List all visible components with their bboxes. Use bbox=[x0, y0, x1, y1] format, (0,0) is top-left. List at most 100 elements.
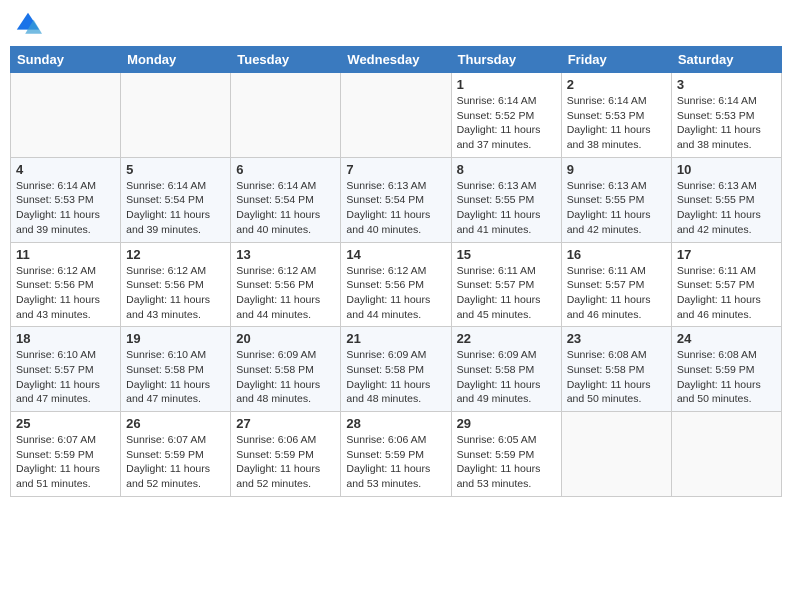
logo-icon bbox=[14, 10, 42, 38]
day-info: Sunrise: 6:11 AM Sunset: 5:57 PM Dayligh… bbox=[677, 264, 776, 323]
calendar-week-row: 4 Sunrise: 6:14 AM Sunset: 5:53 PM Daylig… bbox=[11, 157, 782, 242]
calendar-cell: 13 Sunrise: 6:12 AM Sunset: 5:56 PM Dayli… bbox=[231, 242, 341, 327]
day-info: Sunrise: 6:09 AM Sunset: 5:58 PM Dayligh… bbox=[346, 348, 445, 407]
calendar-cell bbox=[341, 73, 451, 158]
calendar-cell: 7Sunrise: 6:13 AM Sunset: 5:54 PM Daylig… bbox=[341, 157, 451, 242]
calendar-cell: 11 Sunrise: 6:12 AM Sunset: 5:56 PM Dayli… bbox=[11, 242, 121, 327]
day-number: 9 bbox=[567, 162, 666, 177]
calendar-cell: 10 Sunrise: 6:13 AM Sunset: 5:55 PM Dayli… bbox=[671, 157, 781, 242]
day-info: Sunrise: 6:14 AM Sunset: 5:53 PM Dayligh… bbox=[567, 94, 666, 153]
calendar-cell: 19 Sunrise: 6:10 AM Sunset: 5:58 PM Dayli… bbox=[121, 327, 231, 412]
day-number: 6 bbox=[236, 162, 335, 177]
calendar-week-row: 18 Sunrise: 6:10 AM Sunset: 5:57 PM Dayli… bbox=[11, 327, 782, 412]
calendar-cell: 22 Sunrise: 6:09 AM Sunset: 5:58 PM Dayli… bbox=[451, 327, 561, 412]
calendar-cell: 6 Sunrise: 6:14 AM Sunset: 5:54 PM Daylig… bbox=[231, 157, 341, 242]
calendar-table: SundayMondayTuesdayWednesdayThursdayFrid… bbox=[10, 46, 782, 497]
calendar-cell: 26 Sunrise: 6:07 AM Sunset: 5:59 PM Dayli… bbox=[121, 412, 231, 497]
calendar-cell bbox=[671, 412, 781, 497]
page-header bbox=[10, 10, 782, 38]
calendar-cell: 20Sunrise: 6:09 AM Sunset: 5:58 PM Dayli… bbox=[231, 327, 341, 412]
calendar-cell: 21 Sunrise: 6:09 AM Sunset: 5:58 PM Dayli… bbox=[341, 327, 451, 412]
weekday-header: Tuesday bbox=[231, 47, 341, 73]
weekday-header: Wednesday bbox=[341, 47, 451, 73]
weekday-header: Sunday bbox=[11, 47, 121, 73]
calendar-header-row: SundayMondayTuesdayWednesdayThursdayFrid… bbox=[11, 47, 782, 73]
day-info: Sunrise: 6:06 AM Sunset: 5:59 PM Dayligh… bbox=[346, 433, 445, 492]
calendar-cell: 29Sunrise: 6:05 AM Sunset: 5:59 PM Dayli… bbox=[451, 412, 561, 497]
day-number: 3 bbox=[677, 77, 776, 92]
day-info: Sunrise: 6:11 AM Sunset: 5:57 PM Dayligh… bbox=[457, 264, 556, 323]
calendar-cell: 4 Sunrise: 6:14 AM Sunset: 5:53 PM Daylig… bbox=[11, 157, 121, 242]
calendar-cell: 5Sunrise: 6:14 AM Sunset: 5:54 PM Daylig… bbox=[121, 157, 231, 242]
calendar-cell bbox=[231, 73, 341, 158]
day-number: 13 bbox=[236, 247, 335, 262]
calendar-cell: 17 Sunrise: 6:11 AM Sunset: 5:57 PM Dayli… bbox=[671, 242, 781, 327]
day-info: Sunrise: 6:12 AM Sunset: 5:56 PM Dayligh… bbox=[346, 264, 445, 323]
day-number: 17 bbox=[677, 247, 776, 262]
calendar-cell: 16 Sunrise: 6:11 AM Sunset: 5:57 PM Dayli… bbox=[561, 242, 671, 327]
day-number: 25 bbox=[16, 416, 115, 431]
day-number: 18 bbox=[16, 331, 115, 346]
day-info: Sunrise: 6:13 AM Sunset: 5:55 PM Dayligh… bbox=[457, 179, 556, 238]
calendar-cell: 18 Sunrise: 6:10 AM Sunset: 5:57 PM Dayli… bbox=[11, 327, 121, 412]
calendar-cell: 1 Sunrise: 6:14 AM Sunset: 5:52 PM Daylig… bbox=[451, 73, 561, 158]
weekday-header: Friday bbox=[561, 47, 671, 73]
day-info: Sunrise: 6:12 AM Sunset: 5:56 PM Dayligh… bbox=[236, 264, 335, 323]
calendar-cell: 23Sunrise: 6:08 AM Sunset: 5:58 PM Dayli… bbox=[561, 327, 671, 412]
day-number: 11 bbox=[16, 247, 115, 262]
day-info: Sunrise: 6:05 AM Sunset: 5:59 PM Dayligh… bbox=[457, 433, 556, 492]
day-number: 19 bbox=[126, 331, 225, 346]
day-number: 20 bbox=[236, 331, 335, 346]
day-number: 21 bbox=[346, 331, 445, 346]
calendar-cell: 3 Sunrise: 6:14 AM Sunset: 5:53 PM Daylig… bbox=[671, 73, 781, 158]
day-number: 1 bbox=[457, 77, 556, 92]
day-number: 22 bbox=[457, 331, 556, 346]
calendar-cell: 14Sunrise: 6:12 AM Sunset: 5:56 PM Dayli… bbox=[341, 242, 451, 327]
day-number: 10 bbox=[677, 162, 776, 177]
day-number: 4 bbox=[16, 162, 115, 177]
day-info: Sunrise: 6:06 AM Sunset: 5:59 PM Dayligh… bbox=[236, 433, 335, 492]
day-number: 23 bbox=[567, 331, 666, 346]
calendar-cell: 2 Sunrise: 6:14 AM Sunset: 5:53 PM Daylig… bbox=[561, 73, 671, 158]
calendar-week-row: 25 Sunrise: 6:07 AM Sunset: 5:59 PM Dayli… bbox=[11, 412, 782, 497]
logo bbox=[14, 10, 46, 38]
day-number: 27 bbox=[236, 416, 335, 431]
calendar-cell: 12 Sunrise: 6:12 AM Sunset: 5:56 PM Dayli… bbox=[121, 242, 231, 327]
day-number: 15 bbox=[457, 247, 556, 262]
calendar-cell bbox=[561, 412, 671, 497]
calendar-cell: 24 Sunrise: 6:08 AM Sunset: 5:59 PM Dayli… bbox=[671, 327, 781, 412]
day-number: 5 bbox=[126, 162, 225, 177]
calendar-cell: 28 Sunrise: 6:06 AM Sunset: 5:59 PM Dayli… bbox=[341, 412, 451, 497]
day-info: Sunrise: 6:12 AM Sunset: 5:56 PM Dayligh… bbox=[126, 264, 225, 323]
calendar-cell bbox=[11, 73, 121, 158]
day-info: Sunrise: 6:13 AM Sunset: 5:55 PM Dayligh… bbox=[677, 179, 776, 238]
calendar-cell: 8Sunrise: 6:13 AM Sunset: 5:55 PM Daylig… bbox=[451, 157, 561, 242]
calendar-week-row: 1 Sunrise: 6:14 AM Sunset: 5:52 PM Daylig… bbox=[11, 73, 782, 158]
calendar-cell: 9 Sunrise: 6:13 AM Sunset: 5:55 PM Daylig… bbox=[561, 157, 671, 242]
day-number: 28 bbox=[346, 416, 445, 431]
day-number: 26 bbox=[126, 416, 225, 431]
day-info: Sunrise: 6:14 AM Sunset: 5:54 PM Dayligh… bbox=[236, 179, 335, 238]
day-info: Sunrise: 6:07 AM Sunset: 5:59 PM Dayligh… bbox=[16, 433, 115, 492]
day-info: Sunrise: 6:11 AM Sunset: 5:57 PM Dayligh… bbox=[567, 264, 666, 323]
day-number: 16 bbox=[567, 247, 666, 262]
day-info: Sunrise: 6:08 AM Sunset: 5:59 PM Dayligh… bbox=[677, 348, 776, 407]
calendar-cell: 25 Sunrise: 6:07 AM Sunset: 5:59 PM Dayli… bbox=[11, 412, 121, 497]
day-info: Sunrise: 6:12 AM Sunset: 5:56 PM Dayligh… bbox=[16, 264, 115, 323]
calendar-cell: 27 Sunrise: 6:06 AM Sunset: 5:59 PM Dayli… bbox=[231, 412, 341, 497]
day-info: Sunrise: 6:13 AM Sunset: 5:55 PM Dayligh… bbox=[567, 179, 666, 238]
day-info: Sunrise: 6:09 AM Sunset: 5:58 PM Dayligh… bbox=[457, 348, 556, 407]
day-number: 12 bbox=[126, 247, 225, 262]
day-number: 24 bbox=[677, 331, 776, 346]
weekday-header: Monday bbox=[121, 47, 231, 73]
day-info: Sunrise: 6:14 AM Sunset: 5:53 PM Dayligh… bbox=[677, 94, 776, 153]
weekday-header: Saturday bbox=[671, 47, 781, 73]
day-info: Sunrise: 6:07 AM Sunset: 5:59 PM Dayligh… bbox=[126, 433, 225, 492]
day-info: Sunrise: 6:14 AM Sunset: 5:53 PM Dayligh… bbox=[16, 179, 115, 238]
day-info: Sunrise: 6:10 AM Sunset: 5:58 PM Dayligh… bbox=[126, 348, 225, 407]
day-number: 7 bbox=[346, 162, 445, 177]
day-info: Sunrise: 6:14 AM Sunset: 5:52 PM Dayligh… bbox=[457, 94, 556, 153]
calendar-cell bbox=[121, 73, 231, 158]
day-number: 2 bbox=[567, 77, 666, 92]
day-info: Sunrise: 6:10 AM Sunset: 5:57 PM Dayligh… bbox=[16, 348, 115, 407]
